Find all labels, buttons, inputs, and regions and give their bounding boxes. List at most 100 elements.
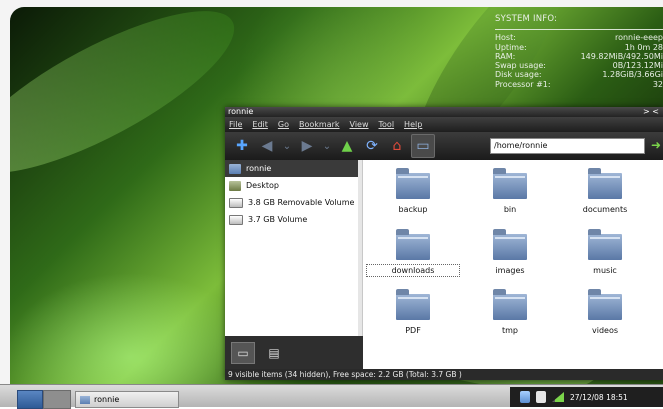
menu-go[interactable]: Go: [278, 120, 289, 129]
system-info-title: SYSTEM INFO:: [495, 14, 558, 24]
divider: [495, 29, 663, 31]
system-tray: 27/12/08 18:51: [510, 387, 663, 407]
system-info-widget: SYSTEM INFO: Host: ronnie-eeep Uptime: 1h …: [495, 14, 663, 89]
sysinfo-row: Disk usage: 1.28GiB/3.66Gi: [495, 70, 663, 79]
file-label: images: [495, 266, 525, 275]
sysinfo-row: RAM: 149.82MiB/492.50Mi: [495, 52, 663, 61]
window-content: ronnie Desktop 3.8 GB Removable Volume 3…: [225, 160, 663, 369]
workspace-switcher[interactable]: [43, 390, 71, 409]
sidebar-mode-buttons: ▭ ▤: [225, 336, 364, 369]
file-item-videos[interactable]: videos: [560, 289, 650, 335]
folder-icon: [493, 168, 527, 199]
folder-icon: [588, 229, 622, 260]
wifi-signal-icon[interactable]: [552, 392, 564, 402]
file-item-documents[interactable]: documents: [560, 168, 650, 214]
battery-icon[interactable]: [520, 391, 530, 403]
folder-icon: [396, 229, 430, 260]
file-item-bin[interactable]: bin: [465, 168, 555, 214]
file-item-downloads[interactable]: downloads: [366, 229, 460, 277]
sidebar-item-label: 3.7 GB Volume: [248, 215, 308, 224]
back-icon[interactable]: ◀: [256, 135, 278, 157]
menu-file[interactable]: File: [229, 120, 242, 129]
sidebar-item-label: ronnie: [246, 164, 272, 173]
menubar: File Edit Go Bookmark View Tool Help: [225, 117, 663, 132]
file-label: videos: [591, 326, 619, 335]
menu-tool[interactable]: Tool: [379, 120, 395, 129]
folder-icon: [396, 289, 430, 320]
clipboard-icon[interactable]: [536, 391, 546, 403]
sidebar-item-ronnie[interactable]: ronnie: [225, 160, 358, 177]
forward-history-icon[interactable]: ⌄: [321, 135, 333, 157]
folder-view-icon[interactable]: ▭: [411, 134, 435, 158]
file-label: PDF: [405, 326, 421, 335]
folder-icon: [80, 395, 90, 404]
sysinfo-value: 149.82MiB/492.50Mi: [580, 51, 663, 61]
folder-icon: [493, 229, 527, 260]
file-label: documents: [582, 205, 628, 214]
sidebar-item-volume[interactable]: 3.7 GB Volume: [225, 211, 358, 228]
sidebar-item-desktop[interactable]: Desktop: [225, 177, 358, 194]
folder-icon: [588, 168, 622, 199]
menu-help[interactable]: Help: [404, 120, 422, 129]
folder-icon: [588, 289, 622, 320]
up-icon[interactable]: ▲: [336, 135, 358, 157]
sysinfo-row: Host: ronnie-eeep: [495, 33, 663, 42]
sysinfo-label: Uptime:: [495, 42, 527, 52]
drive-icon: ▭: [237, 345, 249, 360]
sysinfo-row: Uptime: 1h 0m 28: [495, 43, 663, 52]
menu-edit[interactable]: Edit: [252, 120, 268, 129]
sysinfo-row: Swap usage: 0B/123.12Mi: [495, 61, 663, 70]
new-tab-icon[interactable]: ✚: [231, 135, 253, 157]
drive-icon: [229, 197, 243, 208]
file-item-backup[interactable]: backup: [368, 168, 458, 214]
taskbar: ronnie 27/12/08 18:51: [0, 384, 663, 409]
file-manager-window: ronnie > < File Edit Go Bookmark View To…: [225, 107, 663, 380]
file-item-music[interactable]: music: [560, 229, 650, 275]
sidebar-item-label: Desktop: [246, 181, 279, 190]
sidebar-item-label: 3.8 GB Removable Volume: [248, 198, 355, 207]
file-label: bin: [503, 205, 517, 214]
sysinfo-value: 32: [652, 79, 663, 89]
sysinfo-label: Swap usage:: [495, 61, 546, 71]
menu-view[interactable]: View: [350, 120, 369, 129]
taskbar-item-ronnie[interactable]: ronnie: [75, 391, 179, 408]
status-bar: 9 visible items (34 hidden), Free space:…: [225, 369, 663, 380]
folder-icon: ▤: [268, 345, 280, 360]
file-item-images[interactable]: images: [465, 229, 555, 275]
sysinfo-label: Processor #1:: [495, 79, 551, 89]
sysinfo-value: ronnie-eeep: [614, 33, 663, 43]
file-label: backup: [398, 205, 428, 214]
sysinfo-value: 1.28GiB/3.66Gi: [602, 70, 663, 80]
back-history-icon[interactable]: ⌄: [281, 135, 293, 157]
forward-icon[interactable]: ▶: [296, 135, 318, 157]
taskbar-item-label: ronnie: [94, 395, 120, 404]
sysinfo-value: 1h 0m 28: [624, 42, 663, 52]
home-icon[interactable]: ⌂: [386, 135, 408, 157]
sysinfo-row: Processor #1: 32: [495, 80, 663, 89]
file-item-pdf[interactable]: PDF: [368, 289, 458, 335]
folder-icon: [493, 289, 527, 320]
toolbar: ✚ ◀ ⌄ ▶ ⌄ ▲ ⟳ ⌂ ▭ /home/ronnie ➜: [225, 132, 663, 160]
go-icon[interactable]: ➜: [651, 138, 661, 152]
file-item-tmp[interactable]: tmp: [465, 289, 555, 335]
file-label: downloads: [366, 264, 460, 277]
file-icon-view: backup bin documents downloads images mu…: [363, 160, 663, 369]
location-input[interactable]: /home/ronnie: [490, 138, 645, 154]
file-label: music: [593, 266, 617, 275]
sysinfo-label: Host:: [495, 33, 516, 43]
places-view-button[interactable]: ▭: [231, 341, 255, 364]
menu-bookmark[interactable]: Bookmark: [299, 120, 340, 129]
folder-icon: [396, 168, 430, 199]
file-label: tmp: [501, 326, 518, 335]
show-desktop-button[interactable]: [17, 390, 43, 409]
window-title: ronnie: [228, 107, 254, 116]
window-titlebar[interactable]: ronnie > <: [225, 107, 663, 117]
clock[interactable]: 27/12/08 18:51: [570, 393, 628, 402]
tree-view-button[interactable]: ▤: [263, 343, 285, 363]
window-controls[interactable]: > <: [643, 107, 659, 117]
sidebar: ronnie Desktop 3.8 GB Removable Volume 3…: [225, 160, 359, 336]
sysinfo-label: RAM:: [495, 51, 516, 61]
reload-icon[interactable]: ⟳: [361, 135, 383, 157]
sidebar-item-removable-volume[interactable]: 3.8 GB Removable Volume: [225, 194, 358, 211]
sysinfo-value: 0B/123.12Mi: [612, 61, 663, 71]
